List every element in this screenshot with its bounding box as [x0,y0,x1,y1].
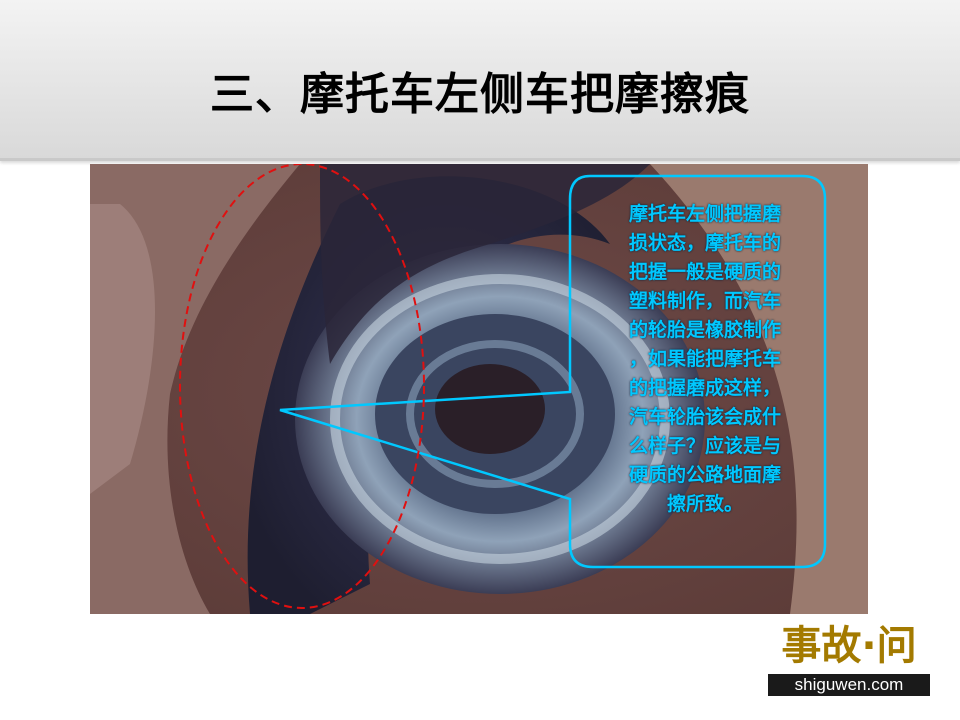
callout-line: 擦所致。 [666,493,743,515]
callout-line: 塑料制作，而汽车 [628,290,781,312]
grip-center-hole [435,364,545,454]
callout-line: 把握一般是硬质的 [628,261,781,283]
logo-chinese-text: 事故·问 [781,623,917,669]
callout-text: 摩托车左侧把握磨 损状态，摩托车的 把握一般是硬质的 塑料制作，而汽车 的轮胎是… [590,200,820,519]
callout-line: 么样子？应该是与 [628,435,781,457]
callout-line: 的轮胎是橡胶制作 [628,319,781,341]
callout-line: 的把握磨成这样， [628,377,781,399]
callout-line: ，如果能把摩托车 [628,348,781,370]
slide-title: 三、摩托车左侧车把摩擦痕 [210,69,750,120]
title-bar: 三、摩托车左侧车把摩擦痕 [0,0,960,161]
slide: 三、摩托车左侧车把摩擦痕 摩托车左侧把握磨 损状态，摩托车的 把握一般是硬质的 … [0,0,960,720]
callout-line: 摩托车左侧把握磨 [628,203,781,225]
logo-url: shiguwen.com [768,674,930,696]
site-logo: 事故·问 shiguwen.com [766,620,932,700]
callout-line: 硬质的公路地面摩 [628,464,781,486]
callout-line: 汽车轮胎该会成什 [628,406,781,428]
callout-line: 损状态，摩托车的 [628,232,781,254]
